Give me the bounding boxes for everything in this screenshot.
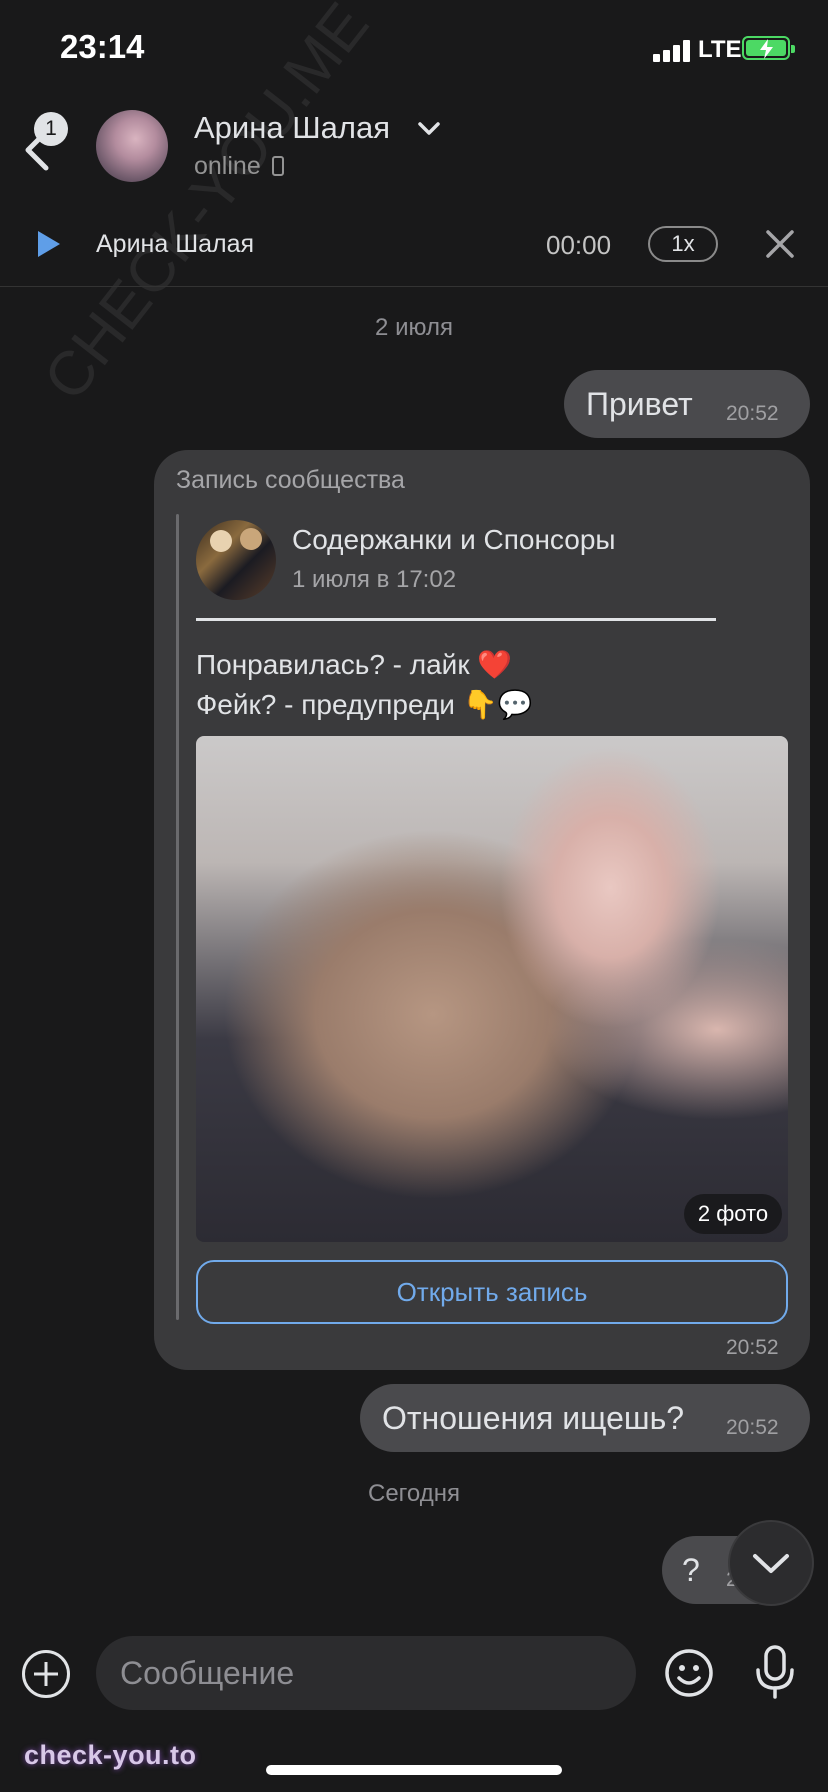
home-indicator[interactable] xyxy=(266,1765,562,1775)
network-label: LTE xyxy=(698,36,742,63)
message-time: 20:52 xyxy=(726,1336,779,1359)
message-time: 20:52 xyxy=(726,402,779,425)
watermark: check-you.to xyxy=(24,1740,197,1770)
scroll-down-button[interactable] xyxy=(728,1520,814,1606)
play-icon xyxy=(38,231,60,257)
message-text: ? xyxy=(682,1552,700,1588)
contact-name[interactable]: Арина Шалая xyxy=(194,110,390,146)
message-text: Отношения ищешь? xyxy=(382,1400,685,1436)
playback-speed-button[interactable]: 1x xyxy=(648,226,718,262)
post-photo[interactable] xyxy=(196,736,788,1242)
close-button[interactable] xyxy=(764,228,796,265)
audio-time: 00:00 xyxy=(546,230,612,260)
open-post-button[interactable]: Открыть запись xyxy=(196,1260,788,1324)
chevron-down-icon xyxy=(753,1554,789,1573)
plus-circle-icon[interactable] xyxy=(22,1650,70,1698)
post-separator-line xyxy=(196,618,716,621)
group-avatar[interactable] xyxy=(196,520,276,600)
message-time: 20:52 xyxy=(726,1416,779,1439)
phone-icon xyxy=(272,156,284,176)
emoji-button[interactable] xyxy=(664,1648,714,1703)
chevron-down-icon[interactable] xyxy=(418,122,440,141)
unread-badge: 1 xyxy=(34,112,68,146)
post-text-line: Фейк? - предупреди 👇💬 xyxy=(196,689,533,720)
microphone-icon xyxy=(756,1645,794,1699)
divider xyxy=(0,286,828,287)
group-name[interactable]: Содержанки и Спонсоры xyxy=(292,524,616,556)
status-time: 23:14 xyxy=(60,28,145,65)
post-date: 1 июля в 17:02 xyxy=(292,566,457,593)
microphone-button[interactable] xyxy=(752,1644,798,1705)
message-text: Привет xyxy=(586,386,693,422)
play-button[interactable] xyxy=(36,229,62,264)
shared-post-label: Запись сообщества xyxy=(176,466,405,494)
date-separator: 2 июля xyxy=(375,314,453,341)
audio-title[interactable]: Арина Шалая xyxy=(96,230,254,259)
photo-count-badge: 2 фото xyxy=(684,1194,782,1234)
avatar[interactable] xyxy=(96,110,168,182)
battery-charging-icon xyxy=(742,36,795,60)
date-separator: Сегодня xyxy=(368,1480,460,1507)
contact-status: online xyxy=(194,152,261,180)
quote-rule xyxy=(176,514,179,1320)
message-input[interactable] xyxy=(96,1636,636,1710)
smiley-icon xyxy=(665,1649,713,1697)
signal-bars-icon xyxy=(653,38,691,62)
close-icon xyxy=(766,230,794,258)
post-text-line: Понравилась? - лайк ❤️ xyxy=(196,649,513,680)
